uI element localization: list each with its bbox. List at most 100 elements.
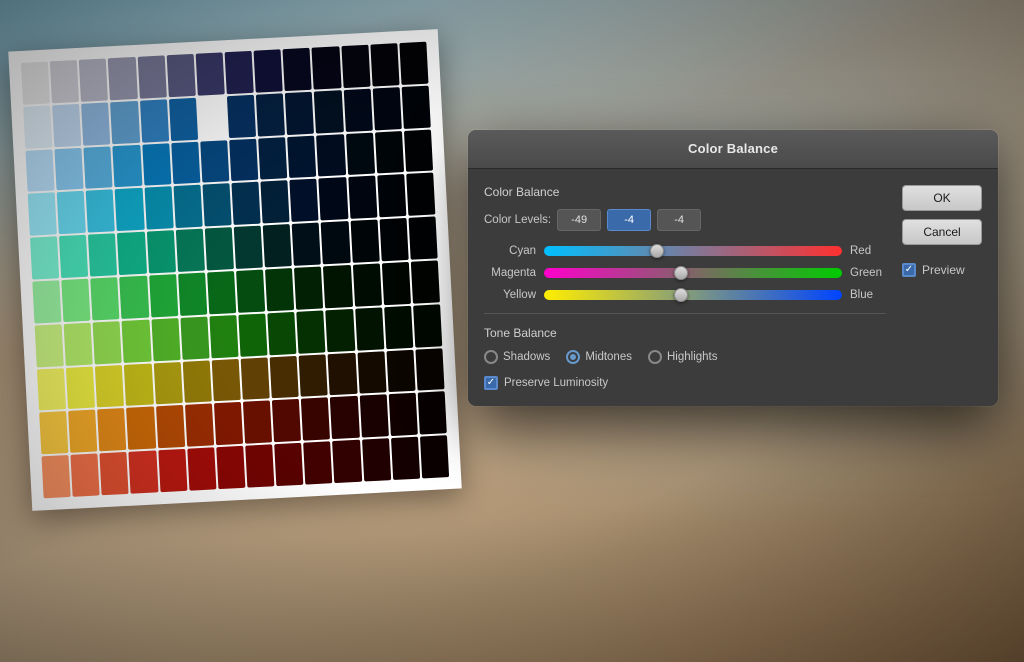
cyan-red-slider-row: Cyan Red (484, 245, 886, 257)
level-input-1[interactable] (557, 209, 601, 231)
shadows-option[interactable]: Shadows (484, 350, 550, 364)
magenta-green-slider-track[interactable] (544, 268, 842, 278)
swatch-cell (330, 396, 359, 439)
highlights-option[interactable]: Highlights (648, 350, 718, 364)
magenta-label: Magenta (484, 267, 536, 279)
swatch-cell (81, 102, 110, 145)
level-input-3[interactable] (657, 209, 701, 231)
swatch-cell (137, 55, 166, 98)
swatch-cell (388, 393, 417, 436)
preserve-luminosity-checkbox[interactable] (484, 376, 498, 390)
preserve-luminosity-row[interactable]: Preserve Luminosity (484, 376, 886, 390)
swatch-cell (294, 266, 323, 309)
swatch-cell (333, 440, 362, 483)
swatch-cell (100, 452, 129, 495)
swatch-cell (216, 446, 245, 489)
dialog-titlebar: Color Balance (468, 130, 998, 169)
swatch-cell (229, 138, 258, 181)
swatch-cell (202, 184, 231, 227)
swatch-cell (50, 60, 79, 103)
yellow-blue-slider-row: Yellow Blue (484, 289, 886, 301)
swatch-cell (270, 355, 299, 398)
shadows-label: Shadows (503, 351, 550, 363)
midtones-option[interactable]: Midtones (566, 350, 632, 364)
swatch-cell (86, 190, 115, 233)
swatch-cell (401, 85, 430, 128)
preview-row[interactable]: Preview (902, 263, 982, 277)
swatch-cell (263, 224, 292, 267)
swatch-cell (32, 280, 61, 323)
color-swatch-card (8, 29, 461, 511)
swatch-cell (245, 444, 274, 487)
swatch-cell (124, 363, 153, 406)
swatch-cell (261, 181, 290, 224)
swatch-cell (413, 304, 442, 347)
swatch-cell (348, 176, 377, 219)
swatch-cell (231, 182, 260, 225)
swatch-cell (200, 140, 229, 183)
swatch-cell (180, 316, 209, 359)
swatch-cell (127, 407, 156, 450)
swatch-cell (272, 399, 301, 442)
swatch-cell (209, 315, 238, 358)
ok-button[interactable]: OK (902, 185, 982, 211)
swatch-cell (375, 131, 404, 174)
midtones-radio[interactable] (566, 350, 580, 364)
magenta-green-slider-row: Magenta Green (484, 267, 886, 279)
swatch-cell (187, 448, 216, 491)
swatch-cell (88, 233, 117, 276)
swatch-cell (122, 319, 151, 362)
section-color-balance-label: Color Balance (484, 185, 886, 199)
swatch-cell (71, 454, 100, 497)
swatch-cell (182, 360, 211, 403)
cancel-button[interactable]: Cancel (902, 219, 982, 245)
swatch-cell (151, 318, 180, 361)
dialog-body: Color Balance Color Levels: Cyan Red Mag… (468, 169, 998, 406)
shadows-radio[interactable] (484, 350, 498, 364)
swatch-cell (30, 236, 59, 279)
midtones-label: Midtones (585, 351, 632, 363)
color-levels-row: Color Levels: (484, 209, 886, 231)
preserve-luminosity-label: Preserve Luminosity (504, 377, 608, 389)
swatch-cell (166, 54, 195, 97)
swatch-cell (212, 359, 241, 402)
swatch-cell (418, 392, 447, 435)
tone-balance-label: Tone Balance (484, 326, 886, 340)
yellow-blue-slider-track[interactable] (544, 290, 842, 300)
swatch-cell (343, 88, 372, 131)
swatch-cell (420, 435, 449, 478)
highlights-radio[interactable] (648, 350, 662, 364)
swatch-cell (108, 57, 137, 100)
swatch-cell (290, 179, 319, 222)
swatch-cell (142, 143, 171, 186)
swatch-cell (350, 220, 379, 263)
swatch-cell (37, 368, 66, 411)
magenta-green-slider-thumb[interactable] (674, 266, 688, 280)
swatch-cell (265, 268, 294, 311)
swatch-cell (178, 273, 207, 316)
cyan-red-slider-track[interactable] (544, 246, 842, 256)
swatch-cell (386, 349, 415, 392)
swatch-cell (382, 262, 411, 305)
cyan-red-slider-thumb[interactable] (650, 244, 664, 258)
swatch-cell (205, 227, 234, 270)
level-input-2[interactable] (607, 209, 651, 231)
swatch-cell (169, 98, 198, 141)
swatch-cell (372, 87, 401, 130)
swatch-cell (312, 46, 341, 89)
swatch-cell (258, 137, 287, 180)
swatch-cell (328, 352, 357, 395)
swatch-cell (254, 49, 283, 92)
swatch-cell (341, 45, 370, 88)
swatch-cell (384, 306, 413, 349)
swatch-cell (25, 149, 54, 192)
yellow-blue-slider-thumb[interactable] (674, 288, 688, 302)
swatch-cell (241, 357, 270, 400)
swatch-cell (115, 188, 144, 231)
preview-checkbox[interactable] (902, 263, 916, 277)
cyan-label: Cyan (484, 245, 536, 257)
swatch-cell (408, 217, 437, 260)
swatch-cell (297, 310, 326, 353)
green-label: Green (850, 267, 886, 279)
swatch-cell (35, 324, 64, 367)
